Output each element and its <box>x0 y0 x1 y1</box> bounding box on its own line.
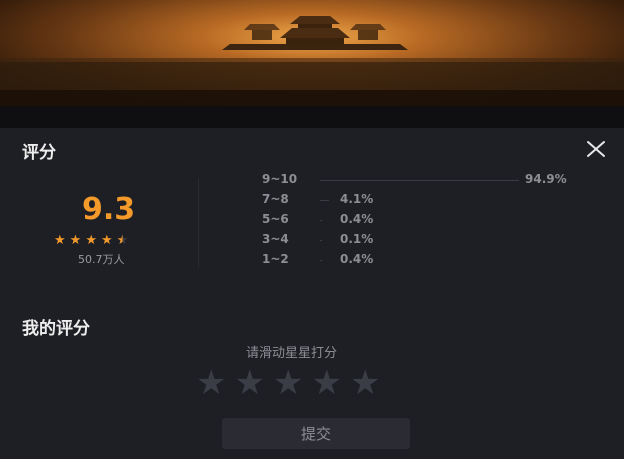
rate-star-icon[interactable]: ★ <box>311 366 341 400</box>
distribution-bar <box>320 180 519 181</box>
rate-star-icon[interactable]: ★ <box>234 366 264 400</box>
rate-star-icon[interactable]: ★ <box>273 366 303 400</box>
distribution-percent: 4.1% <box>340 192 374 206</box>
distribution-bar <box>320 260 322 261</box>
divider <box>198 178 199 268</box>
star-icon: ★ <box>85 233 97 248</box>
distribution-range: 5~6 <box>262 212 289 226</box>
banner-gap <box>0 106 624 128</box>
rating-score: 9.3 <box>82 192 136 227</box>
distribution-row: 7~8 4.1% <box>262 192 622 208</box>
star-icon: ★ <box>54 233 66 248</box>
close-icon[interactable] <box>584 137 608 161</box>
star-icon: ★ <box>69 233 82 248</box>
my-rating-title: 我的评分 <box>22 319 90 339</box>
movie-banner <box>0 0 624 106</box>
distribution-percent: 0.4% <box>340 252 374 266</box>
rating-hint: 请滑动星星打分 <box>246 346 338 361</box>
rating-star-input[interactable]: ★ ★ ★ ★ ★ <box>196 366 380 400</box>
distribution-row: 3~4 0.1% <box>262 232 622 248</box>
distribution-bar <box>320 220 322 221</box>
rating-count: 50.7万人 <box>78 253 125 266</box>
distribution-percent: 0.4% <box>340 212 374 226</box>
palace-silhouette <box>0 16 624 106</box>
distribution-row: 9~10 94.9% <box>262 172 622 188</box>
rate-star-icon[interactable]: ★ <box>196 366 226 400</box>
distribution-range: 7~8 <box>262 192 289 206</box>
submit-button[interactable]: 提交 <box>222 418 410 449</box>
distribution-range: 1~2 <box>262 252 289 266</box>
half-star-icon: ★ <box>116 233 129 248</box>
distribution-percent: 0.1% <box>340 232 374 246</box>
distribution-range: 9~10 <box>262 172 298 186</box>
distribution-range: 3~4 <box>262 232 289 246</box>
panel-title: 评分 <box>22 143 56 163</box>
distribution-bar <box>320 200 329 201</box>
distribution-percent: 94.9% <box>525 172 567 186</box>
rate-star-icon[interactable]: ★ <box>350 366 380 400</box>
distribution-row: 1~2 0.4% <box>262 252 622 268</box>
star-icon: ★ <box>100 233 113 248</box>
distribution-bar <box>320 240 322 241</box>
rating-stars: ★ ★ ★ ★ ★ <box>54 234 128 247</box>
distribution-row: 5~6 0.4% <box>262 212 622 228</box>
